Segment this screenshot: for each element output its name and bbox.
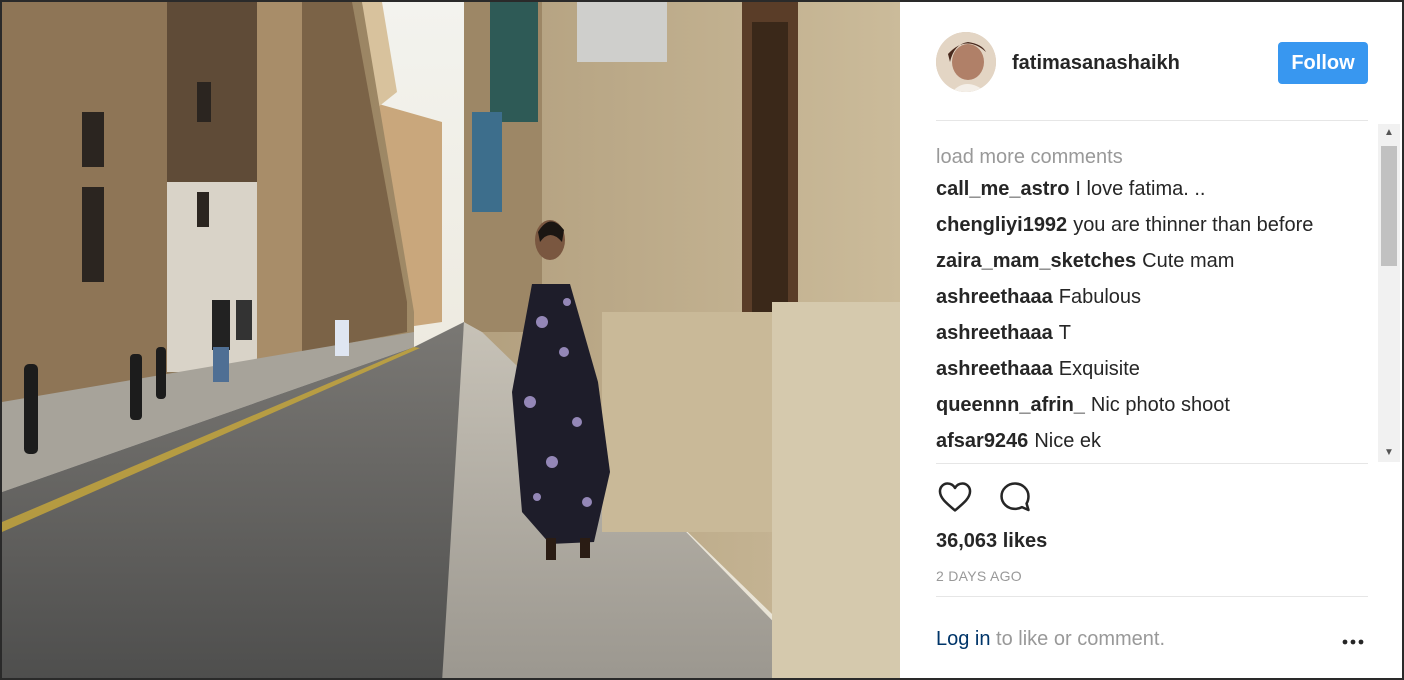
comment-username[interactable]: zaira_mam_sketches xyxy=(936,250,1136,272)
login-prompt-text: to like or comment. xyxy=(990,628,1166,650)
heart-icon[interactable] xyxy=(936,478,976,518)
comment-text: Nice ek xyxy=(1034,430,1102,452)
comment-row: chengliyi1992 you are thinner than before xyxy=(936,210,1376,246)
comment-username[interactable]: ashreethaaa xyxy=(936,286,1053,308)
login-prompt: Log in to like or comment. xyxy=(936,628,1165,651)
header-divider xyxy=(936,120,1368,121)
comments-list: load more comments call_me_astro I love f… xyxy=(936,142,1376,462)
load-more-comments-link[interactable]: load more comments xyxy=(936,142,1376,174)
comment-row: zaira_mam_sketches Cute mam xyxy=(936,246,1376,282)
comment-username[interactable]: ashreethaaa xyxy=(936,322,1053,344)
comment-username[interactable]: chengliyi1992 xyxy=(936,214,1067,236)
comment-text: Nic photo shoot xyxy=(1090,394,1230,416)
post-header: fatimasanashaikh Follow xyxy=(936,30,1368,94)
street-photo-image xyxy=(2,2,900,678)
follow-button[interactable]: Follow xyxy=(1278,42,1368,84)
comment-row: afsar9246 Nice ek xyxy=(936,426,1376,462)
avatar[interactable] xyxy=(936,32,996,92)
scroll-down-arrow-icon[interactable]: ▼ xyxy=(1378,444,1400,462)
post-sidebar: fatimasanashaikh Follow load more commen… xyxy=(900,2,1402,678)
comment-username[interactable]: call_me_astro xyxy=(936,178,1069,200)
comment-text: Cute mam xyxy=(1142,250,1235,272)
comment-row: ashreethaaa Exquisite xyxy=(936,354,1376,390)
comments-divider xyxy=(936,463,1368,464)
comment-text: Exquisite xyxy=(1058,358,1140,380)
comment-text: T xyxy=(1058,322,1071,344)
comment-row: call_me_astro I love fatima. .. xyxy=(936,174,1376,210)
likes-count[interactable]: 36,063 likes xyxy=(936,530,1047,553)
post-modal: fatimasanashaikh Follow load more commen… xyxy=(0,0,1404,680)
footer-divider xyxy=(936,596,1368,597)
post-timestamp: 2 DAYS AGO xyxy=(936,568,1022,584)
comment-row: ashreethaaa T xyxy=(936,318,1376,354)
scroll-up-arrow-icon[interactable]: ▲ xyxy=(1378,124,1400,142)
more-options-icon[interactable] xyxy=(1340,630,1366,654)
comments-scrollbar[interactable]: ▲ ▼ xyxy=(1378,124,1400,462)
comment-row: queennn_afrin_ Nic photo shoot xyxy=(936,390,1376,426)
comment-username[interactable]: queennn_afrin_ xyxy=(936,394,1085,416)
login-link[interactable]: Log in xyxy=(936,628,991,650)
avatar-image xyxy=(936,32,996,92)
post-username[interactable]: fatimasanashaikh xyxy=(1012,52,1180,75)
comment-text: I love fatima. .. xyxy=(1075,178,1206,200)
comment-text: Fabulous xyxy=(1058,286,1142,308)
comment-bubble-icon[interactable] xyxy=(996,478,1036,518)
post-photo[interactable] xyxy=(2,2,900,678)
comment-row: ashreethaaa Fabulous xyxy=(936,282,1376,318)
comment-username[interactable]: afsar9246 xyxy=(936,430,1028,452)
comment-text: you are thinner than before xyxy=(1073,214,1314,236)
scrollbar-thumb[interactable] xyxy=(1381,146,1397,266)
comment-username[interactable]: ashreethaaa xyxy=(936,358,1053,380)
